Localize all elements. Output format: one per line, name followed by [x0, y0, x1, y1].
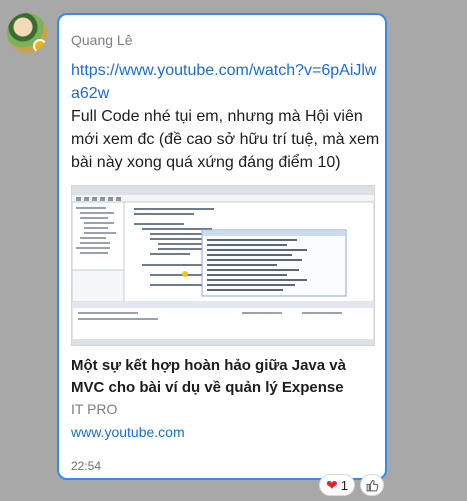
avatar-status-badge — [33, 39, 47, 53]
reaction-count: 1 — [340, 477, 348, 493]
preview-domain-link[interactable]: www.youtube.com — [71, 424, 185, 440]
message-text: https://www.youtube.com/watch?v=6pAiJlwa… — [71, 59, 381, 174]
message-bubble: Quang Lê https://www.youtube.com/watch?v… — [57, 13, 387, 480]
reaction-badge[interactable]: ❤ 1 — [319, 474, 355, 496]
sender-avatar[interactable] — [7, 13, 47, 53]
video-thumbnail[interactable] — [71, 185, 375, 346]
message-body: Full Code nhé tụi em, nhưng mà Hội viên … — [71, 108, 380, 171]
thumbs-up-icon — [366, 479, 378, 491]
preview-title[interactable]: Một sự kết hợp hoàn hảo giữa Java và MVC… — [71, 355, 376, 399]
like-button[interactable] — [360, 474, 384, 496]
message-link[interactable]: https://www.youtube.com/watch?v=6pAiJlwa… — [71, 62, 376, 102]
message-time: 22:54 — [71, 459, 102, 473]
heart-icon: ❤ — [326, 476, 338, 493]
preview-source: IT PRO — [71, 401, 118, 417]
sender-name: Quang Lê — [71, 32, 133, 48]
